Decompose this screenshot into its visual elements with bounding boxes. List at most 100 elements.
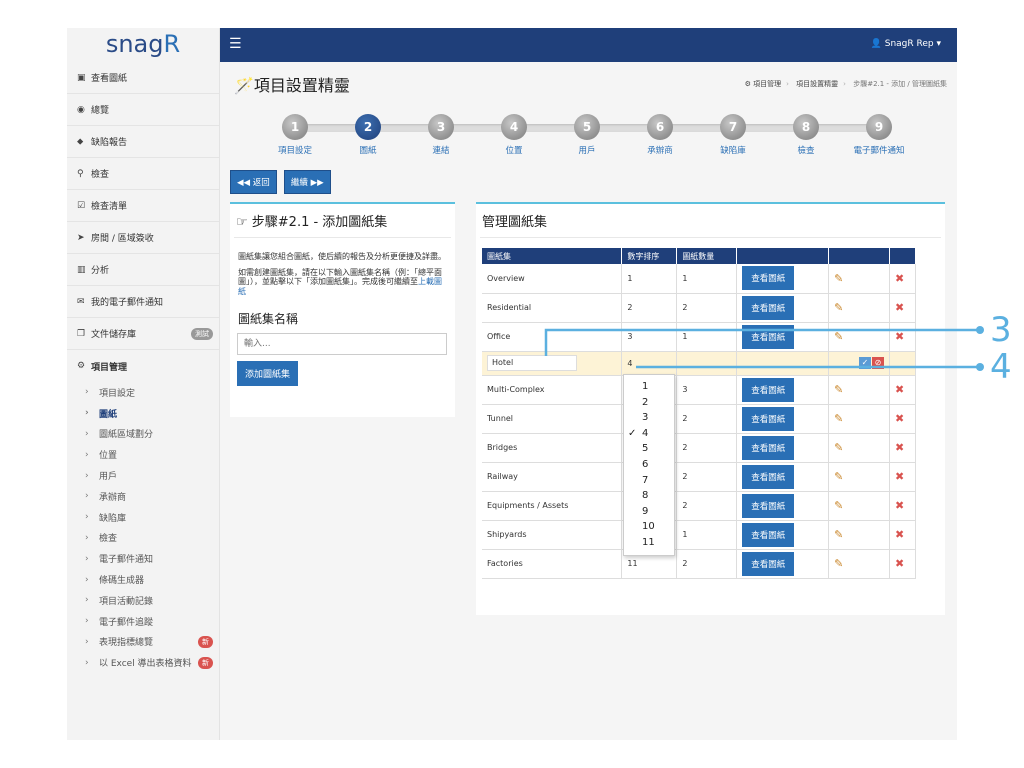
sidebar-item-7[interactable]: ✉ 我的電子郵件通知 bbox=[67, 286, 219, 318]
dropdown-option[interactable]: 5 bbox=[624, 441, 674, 457]
submenu-item-10[interactable]: › 項目活動記錄 bbox=[67, 590, 219, 611]
submenu-item-6[interactable]: › 缺陷庫 bbox=[67, 507, 219, 528]
pencil-icon[interactable]: ✎ bbox=[834, 499, 843, 512]
logo[interactable]: snagR bbox=[67, 28, 219, 62]
add-set-button[interactable]: 添加圖紙集 bbox=[237, 361, 299, 386]
sidebar-item-4[interactable]: ☑ 檢查清單 bbox=[67, 190, 219, 222]
delete-icon[interactable]: ✖ bbox=[895, 528, 904, 541]
view-drawings-button[interactable]: 查看圖紙 bbox=[742, 406, 795, 431]
submenu-item-8[interactable]: › 電子郵件通知 bbox=[67, 548, 219, 569]
view-cell: 查看圖紙 bbox=[736, 520, 830, 550]
delete-icon[interactable]: ✖ bbox=[895, 383, 904, 396]
dropdown-option[interactable]: 2 bbox=[624, 395, 674, 411]
pencil-icon[interactable]: ✎ bbox=[834, 301, 843, 314]
submenu-item-13[interactable]: › 以 Excel 導出表格資料新 bbox=[67, 652, 219, 673]
view-drawings-button[interactable]: 查看圖紙 bbox=[742, 551, 795, 576]
delete-icon[interactable]: ✖ bbox=[895, 441, 904, 454]
dropdown-option[interactable]: 10 bbox=[624, 519, 674, 535]
delete-icon[interactable]: ✖ bbox=[895, 557, 904, 570]
dropdown-option[interactable]: 9 bbox=[624, 504, 674, 520]
view-drawings-button[interactable]: 查看圖紙 bbox=[742, 295, 795, 320]
breadcrumb-item-wizard[interactable]: 項目設置精靈 bbox=[796, 80, 838, 88]
delete-cell: ✖ bbox=[889, 549, 917, 579]
sidebar-item-3[interactable]: ⚲ 檢查 bbox=[67, 158, 219, 190]
sidebar-item-6[interactable]: ▥ 分析 bbox=[67, 254, 219, 286]
count-cell: 2 bbox=[676, 293, 738, 323]
submenu-item-12[interactable]: › 表現指標總覽 新 bbox=[67, 632, 219, 653]
sidebar-item-2[interactable]: ⬥ 缺陷報告 bbox=[67, 126, 219, 158]
submenu-item-1[interactable]: › 圖紙 bbox=[67, 403, 219, 424]
breadcrumb-item-project[interactable]: 項目管理 bbox=[753, 80, 781, 88]
wizard-step-2[interactable]: 2 圖紙 bbox=[328, 114, 408, 156]
set-name-edit-input[interactable]: Hotel bbox=[487, 355, 577, 371]
dropdown-option[interactable]: 8 bbox=[624, 488, 674, 504]
next-button[interactable]: 繼續 ▶▶ bbox=[283, 170, 331, 194]
delete-icon[interactable]: ✖ bbox=[895, 470, 904, 483]
view-drawings-button[interactable]: 查看圖紙 bbox=[742, 266, 795, 291]
sidebar-item-5[interactable]: ➤ 房間 / 區域簽收 bbox=[67, 222, 219, 254]
user-menu[interactable]: 👤 SnagR Rep ▾ bbox=[871, 39, 941, 49]
set-name-input[interactable] bbox=[237, 333, 447, 355]
view-drawings-button[interactable]: 查看圖紙 bbox=[742, 324, 795, 349]
wizard-step-7[interactable]: 7 缺陷庫 bbox=[693, 114, 773, 156]
dropdown-option[interactable]: 6 bbox=[624, 457, 674, 473]
view-cell: 查看圖紙 bbox=[736, 375, 830, 405]
delete-icon[interactable]: ✖ bbox=[895, 301, 904, 314]
wizard-step-3[interactable]: 3 連結 bbox=[401, 114, 481, 156]
dropdown-option[interactable]: 1 bbox=[624, 379, 674, 395]
order-cell[interactable]: 4 bbox=[621, 351, 678, 376]
delete-cell bbox=[889, 351, 917, 376]
pencil-icon[interactable]: ✎ bbox=[834, 557, 843, 570]
sidebar-item-0[interactable]: ▣ 查看圖紙 bbox=[67, 62, 219, 94]
cancel-icon[interactable]: ⊘ bbox=[871, 357, 884, 369]
submenu-item-0[interactable]: › 項目設定 bbox=[67, 382, 219, 403]
count-cell: 1 bbox=[676, 520, 738, 550]
delete-icon[interactable]: ✖ bbox=[895, 412, 904, 425]
submenu-item-3[interactable]: › 位置 bbox=[67, 444, 219, 465]
view-drawings-button[interactable]: 查看圖紙 bbox=[742, 493, 795, 518]
dropdown-option[interactable]: ✓ 4 bbox=[624, 426, 674, 442]
callout-4-label: 4 bbox=[990, 347, 1012, 387]
submenu-item-label: 項目設定 bbox=[99, 388, 136, 399]
wizard-step-1[interactable]: 1 項目設定 bbox=[255, 114, 335, 156]
view-drawings-button[interactable]: 查看圖紙 bbox=[742, 464, 795, 489]
pencil-icon[interactable]: ✎ bbox=[834, 441, 843, 454]
order-dropdown[interactable]: 1 2 3 ✓ 4 5 6 7 8 9 10 11 bbox=[623, 374, 675, 556]
hamburger-icon[interactable]: ☰ bbox=[229, 37, 242, 51]
dropdown-option[interactable]: 11 bbox=[624, 535, 674, 551]
submenu-item-9[interactable]: › 條碼生成器 bbox=[67, 569, 219, 590]
wizard-step-4[interactable]: 4 位置 bbox=[474, 114, 554, 156]
submenu-item-7[interactable]: › 檢查 bbox=[67, 528, 219, 549]
view-drawings-button[interactable]: 查看圖紙 bbox=[742, 377, 795, 402]
pencil-icon[interactable]: ✎ bbox=[834, 383, 843, 396]
view-drawings-button[interactable]: 查看圖紙 bbox=[742, 435, 795, 460]
submenu-item-4[interactable]: › 用戶 bbox=[67, 465, 219, 486]
dropdown-option[interactable]: 3 bbox=[624, 410, 674, 426]
submenu-item-5[interactable]: › 承辦商 bbox=[67, 486, 219, 507]
wizard-step-5[interactable]: 5 用戶 bbox=[547, 114, 627, 156]
delete-icon[interactable]: ✖ bbox=[895, 330, 904, 343]
delete-icon[interactable]: ✖ bbox=[895, 272, 904, 285]
sidebar-item-9[interactable]: ⚙ 項目管理 bbox=[67, 350, 219, 382]
submenu-item-11[interactable]: › 電子郵件追蹤 bbox=[67, 611, 219, 632]
pencil-icon[interactable]: ✎ bbox=[834, 272, 843, 285]
count-value: 1 bbox=[682, 332, 688, 341]
sidebar-item-8[interactable]: ❐ 文件儲存庫 測試 bbox=[67, 318, 219, 350]
delete-icon[interactable]: ✖ bbox=[895, 499, 904, 512]
step-label: 連結 bbox=[432, 146, 450, 156]
confirm-icon[interactable]: ✓ bbox=[858, 357, 871, 369]
sidebar-item-1[interactable]: ◉ 總覽 bbox=[67, 94, 219, 126]
pencil-icon[interactable]: ✎ bbox=[834, 330, 843, 343]
view-drawings-button[interactable]: 查看圖紙 bbox=[742, 522, 795, 547]
wizard-step-9[interactable]: 9 電子郵件通知 bbox=[839, 114, 919, 156]
wizard-step-6[interactable]: 6 承辦商 bbox=[620, 114, 700, 156]
count-cell: 1 bbox=[676, 264, 738, 294]
wizard-step-8[interactable]: 8 檢查 bbox=[766, 114, 846, 156]
pencil-icon[interactable]: ✎ bbox=[834, 412, 843, 425]
back-button[interactable]: ◀◀ 返回 bbox=[230, 170, 277, 194]
pencil-icon[interactable]: ✎ bbox=[834, 470, 843, 483]
submenu-item-2[interactable]: › 圖紙區域劃分 bbox=[67, 424, 219, 445]
table-row: Residential 2 2 查看圖紙 ✎ ✖ bbox=[482, 293, 917, 323]
pencil-icon[interactable]: ✎ bbox=[834, 528, 843, 541]
dropdown-option[interactable]: 7 bbox=[624, 473, 674, 489]
